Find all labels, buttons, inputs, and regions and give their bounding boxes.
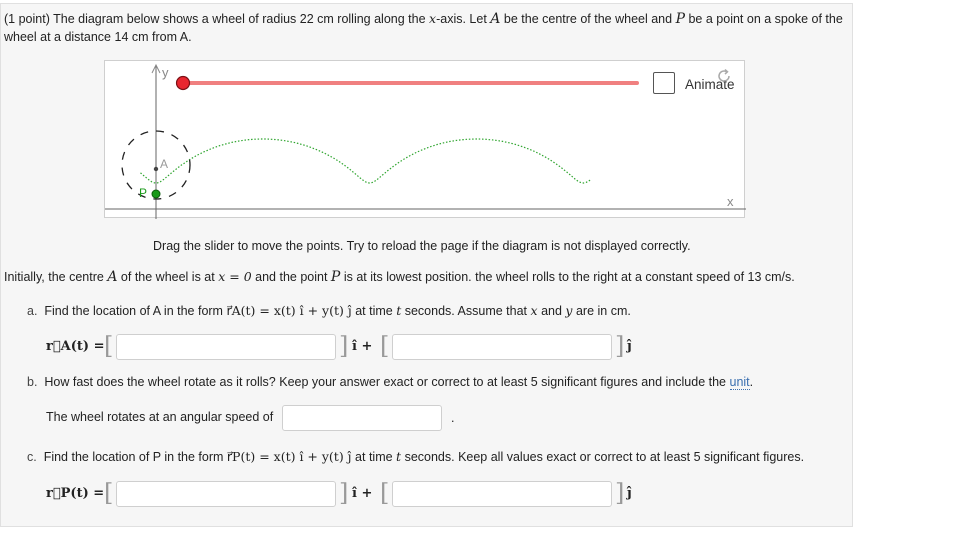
- part-c-text: seconds. Keep all values exact or correc…: [404, 450, 805, 464]
- bracket-close: ]: [615, 332, 625, 360]
- part-c-question: c. Find the location of P in the form r⃗…: [27, 449, 804, 464]
- intro-A-var: A: [490, 11, 501, 27]
- part-a-x-var: x: [530, 303, 538, 318]
- wheel-diagram[interactable]: y x A P: [104, 60, 746, 219]
- part-a-text: seconds. Assume that: [404, 304, 528, 318]
- part-c-text: at time: [355, 450, 393, 464]
- part-b-text: How fast does the wheel rotate as it rol…: [44, 375, 727, 389]
- initial-P-var: P: [330, 269, 341, 285]
- diagram-canvas: [105, 63, 746, 219]
- part-c-letter: c.: [27, 450, 37, 464]
- point-A-label: A: [160, 157, 169, 171]
- part-c-y-input[interactable]: [392, 481, 612, 507]
- part-a-y-var: y: [565, 303, 573, 318]
- part-b-period: .: [451, 411, 455, 425]
- part-a-y-input[interactable]: [392, 334, 612, 360]
- i-hat-plus: î +: [352, 339, 373, 354]
- initial-text: Initially, the centre: [4, 270, 104, 284]
- part-a-text: at time: [355, 304, 393, 318]
- part-c-x-input[interactable]: [116, 481, 336, 507]
- part-a-text: are in cm.: [575, 304, 631, 318]
- trajectory-curve: [140, 138, 592, 184]
- intro-text: The diagram below shows a wheel of radiu…: [53, 12, 426, 26]
- bracket-open: [: [104, 332, 114, 360]
- problem-intro: (1 point) The diagram below shows a whee…: [4, 10, 844, 46]
- part-a-question: a. Find the location of A in the form r⃗…: [27, 303, 631, 318]
- part-a-letter: a.: [27, 304, 38, 318]
- part-c-t-var: t: [396, 449, 402, 464]
- intro-text: be the centre of the wheel and: [503, 12, 673, 26]
- part-b-letter: b.: [27, 375, 38, 389]
- x-axis-label: x: [727, 194, 734, 209]
- initial-A-var: A: [107, 269, 118, 285]
- reload-icon[interactable]: [716, 68, 732, 84]
- intro-text: -axis. Let: [436, 12, 487, 26]
- part-b-text: .: [749, 375, 754, 389]
- angular-speed-input[interactable]: [282, 405, 442, 431]
- bracket-close: ]: [339, 479, 349, 507]
- bracket-close: ]: [339, 332, 349, 360]
- point-P[interactable]: [151, 189, 161, 199]
- part-b-question: b. How fast does the wheel rotate as it …: [27, 375, 754, 390]
- bracket-close: ]: [615, 479, 625, 507]
- part-a-lhs: r⃗A(t) =: [46, 339, 105, 354]
- diagram-caption: Drag the slider to move the points. Try …: [153, 239, 691, 253]
- intro-P-var: P: [675, 11, 685, 27]
- part-c-form: r⃗P(t) = x(t) î + y(t) ĵ: [226, 449, 352, 464]
- point-P-label: P: [139, 186, 148, 200]
- part-a-x-input[interactable]: [116, 334, 336, 360]
- bracket-open: [: [380, 479, 390, 507]
- point-A[interactable]: [153, 166, 159, 172]
- y-axis-label: y: [162, 65, 169, 80]
- j-hat: ĵ: [627, 339, 632, 354]
- initial-text: of the wheel is at: [120, 270, 215, 284]
- bracket-open: [: [380, 332, 390, 360]
- part-c-lhs: r⃗P(t) =: [46, 486, 105, 501]
- part-a-text: and: [541, 304, 562, 318]
- part-a-text: Find the location of A in the form: [44, 304, 223, 318]
- unit-help-link[interactable]: unit: [729, 375, 750, 390]
- part-b-prompt: The wheel rotates at an angular speed of: [46, 410, 274, 424]
- part-a-form: r⃗A(t) = x(t) î + y(t) ĵ: [226, 303, 352, 318]
- j-hat: ĵ: [627, 486, 632, 501]
- initial-text: and the point: [255, 270, 328, 284]
- points-label: (1 point): [4, 12, 50, 26]
- bracket-open: [: [104, 479, 114, 507]
- i-hat-plus: î +: [352, 486, 373, 501]
- initial-equation: x = 0: [218, 269, 252, 284]
- part-a-t-var: t: [396, 303, 402, 318]
- initial-text: is at its lowest position. the wheel rol…: [343, 270, 795, 284]
- animate-checkbox[interactable]: [653, 72, 675, 94]
- part-c-text: Find the location of P in the form: [43, 450, 224, 464]
- slider-knob[interactable]: [175, 75, 191, 91]
- initial-conditions: Initially, the centre A of the wheel is …: [4, 269, 795, 285]
